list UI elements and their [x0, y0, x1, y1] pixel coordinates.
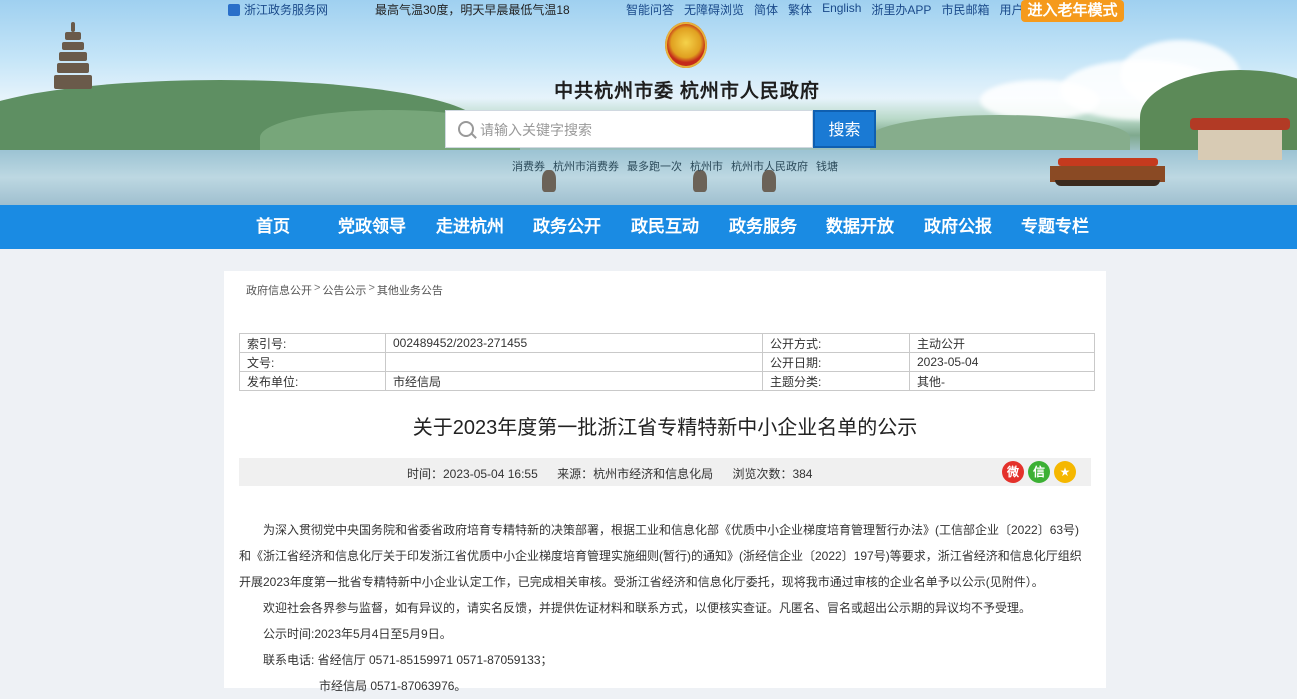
meta-topic-label: 主题分类: — [762, 371, 910, 391]
hot-word[interactable]: 钱塘 — [816, 158, 838, 174]
nav-gov-affairs[interactable]: 政务公开 — [533, 205, 601, 249]
breadcrumb-item[interactable]: 政府信息公开 — [246, 282, 312, 298]
article-source: 来源：杭州市经济和信息化局 — [557, 467, 714, 481]
meta-docno-value — [385, 352, 763, 372]
nav-about-hangzhou[interactable]: 走进杭州 — [436, 205, 504, 249]
search-button[interactable]: 搜索 — [813, 110, 876, 148]
link-app[interactable]: 浙里办APP — [871, 1, 931, 18]
top-utility-bar: 浙江政务服务网 最高气温30度，明天早晨最低气温18 智能问答 无障碍浏览 简体… — [0, 0, 1297, 22]
nav-special-topics[interactable]: 专题专栏 — [1021, 205, 1089, 249]
gov-service-link[interactable]: 浙江政务服务网 — [228, 1, 328, 18]
hot-word[interactable]: 最多跑一次 — [627, 158, 682, 174]
breadcrumb: 政府信息公开 > 公告公示 > 其他业务公告 — [246, 282, 443, 298]
meta-method-label: 公开方式: — [762, 333, 910, 353]
hot-word[interactable]: 杭州市人民政府 — [731, 158, 808, 174]
meta-topic-value: 其他- — [909, 371, 1095, 391]
link-mailbox[interactable]: 市民邮箱 — [941, 1, 989, 18]
weibo-icon[interactable]: 微 — [1002, 461, 1024, 483]
article-time: 时间：2023-05-04 16:55 — [407, 467, 538, 481]
elder-mode-button[interactable]: 进入老年模式 — [1021, 0, 1124, 22]
nav-gazette[interactable]: 政府公报 — [924, 205, 992, 249]
link-simplified[interactable]: 简体 — [754, 1, 778, 18]
article-info-bar: 时间：2023-05-04 16:55 来源：杭州市经济和信息化局 浏览次数：3… — [239, 458, 1091, 486]
nav-open-data[interactable]: 数据开放 — [826, 205, 894, 249]
hot-words: 消费券 杭州市消费券 最多跑一次 杭州市 杭州市人民政府 钱塘 — [512, 158, 838, 174]
wechat-icon[interactable]: 信 — [1028, 461, 1050, 483]
document-meta-table: 索引号: 002489452/2023-271455 公开方式: 主动公开 文号… — [239, 333, 1095, 391]
meta-index-label: 索引号: — [239, 333, 386, 353]
article-paragraph: 市经信局 0571-87063976。 — [319, 679, 467, 693]
meta-unit-label: 发布单位: — [239, 371, 386, 391]
article-paragraph: 联系电话: 省经信厅 0571-85159971 0571-87059133； — [263, 653, 553, 667]
meta-docno-label: 文号: — [239, 352, 386, 372]
breadcrumb-item[interactable]: 公告公示 — [322, 282, 366, 298]
top-links: 智能问答 无障碍浏览 简体 繁体 English 浙里办APP 市民邮箱 用户中… — [626, 1, 1047, 18]
search-icon — [458, 121, 474, 137]
nav-interaction[interactable]: 政民互动 — [631, 205, 699, 249]
link-english[interactable]: English — [822, 1, 861, 18]
link-traditional[interactable]: 繁体 — [788, 1, 812, 18]
weather-ticker: 最高气温30度，明天早晨最低气温18 — [375, 3, 570, 17]
boat-image — [1050, 158, 1165, 188]
meta-date-value: 2023-05-04 — [909, 352, 1095, 372]
breadcrumb-item[interactable]: 其他业务公告 — [377, 282, 443, 298]
gov-service-label: 浙江政务服务网 — [244, 3, 329, 17]
breadcrumb-separator: > — [314, 282, 321, 294]
content-panel: 政府信息公开 > 公告公示 > 其他业务公告 索引号: 002489452/20… — [224, 271, 1106, 693]
article-paragraph: 为深入贯彻党中央国务院和省委省政府培育专精特新的决策部署，根据工业和信息化部《优… — [239, 523, 1082, 589]
meta-date-label: 公开日期: — [762, 352, 910, 372]
national-emblem-icon — [665, 22, 707, 68]
link-accessibility[interactable]: 无障碍浏览 — [684, 1, 744, 18]
article-body: 为深入贯彻党中央国务院和省委省政府培育专精特新的决策部署，根据工业和信息化部《优… — [239, 517, 1091, 699]
search-input[interactable] — [478, 111, 802, 149]
article-title: 关于2023年度第一批浙江省专精特新中小企业名单的公示 — [412, 417, 918, 439]
breadcrumb-separator: > — [368, 282, 375, 294]
article-views: 浏览次数：384 — [732, 467, 813, 481]
hot-word[interactable]: 消费券 — [512, 158, 545, 174]
search-box — [445, 110, 813, 149]
link-smart-qa[interactable]: 智能问答 — [626, 1, 674, 18]
article-paragraph: 欢迎社会各界参与监督，如有异议的，请实名反馈，并提供佐证材料和联系方式，以便核实… — [263, 601, 1032, 615]
pagoda-image — [52, 22, 94, 92]
meta-index-value: 002489452/2023-271455 — [385, 333, 763, 353]
meta-unit-value: 市经信局 — [385, 371, 763, 391]
site-title: 中共杭州市委 杭州市人民政府 — [554, 81, 820, 102]
nav-party-leaders[interactable]: 党政领导 — [338, 205, 406, 249]
main-nav: 首页 党政领导 走进杭州 政务公开 政民互动 政务服务 数据开放 政府公报 专题… — [0, 205, 1297, 249]
gov-service-icon — [228, 3, 240, 16]
article-paragraph: 公示时间:2023年5月4日至5月9日。 — [263, 627, 452, 641]
hot-word[interactable]: 杭州市 — [690, 158, 723, 174]
nav-services[interactable]: 政务服务 — [729, 205, 797, 249]
meta-method-value: 主动公开 — [909, 333, 1095, 353]
hot-word[interactable]: 杭州市消费券 — [553, 158, 619, 174]
nav-home[interactable]: 首页 — [256, 205, 290, 249]
favorite-icon[interactable]: ★ — [1054, 461, 1076, 483]
